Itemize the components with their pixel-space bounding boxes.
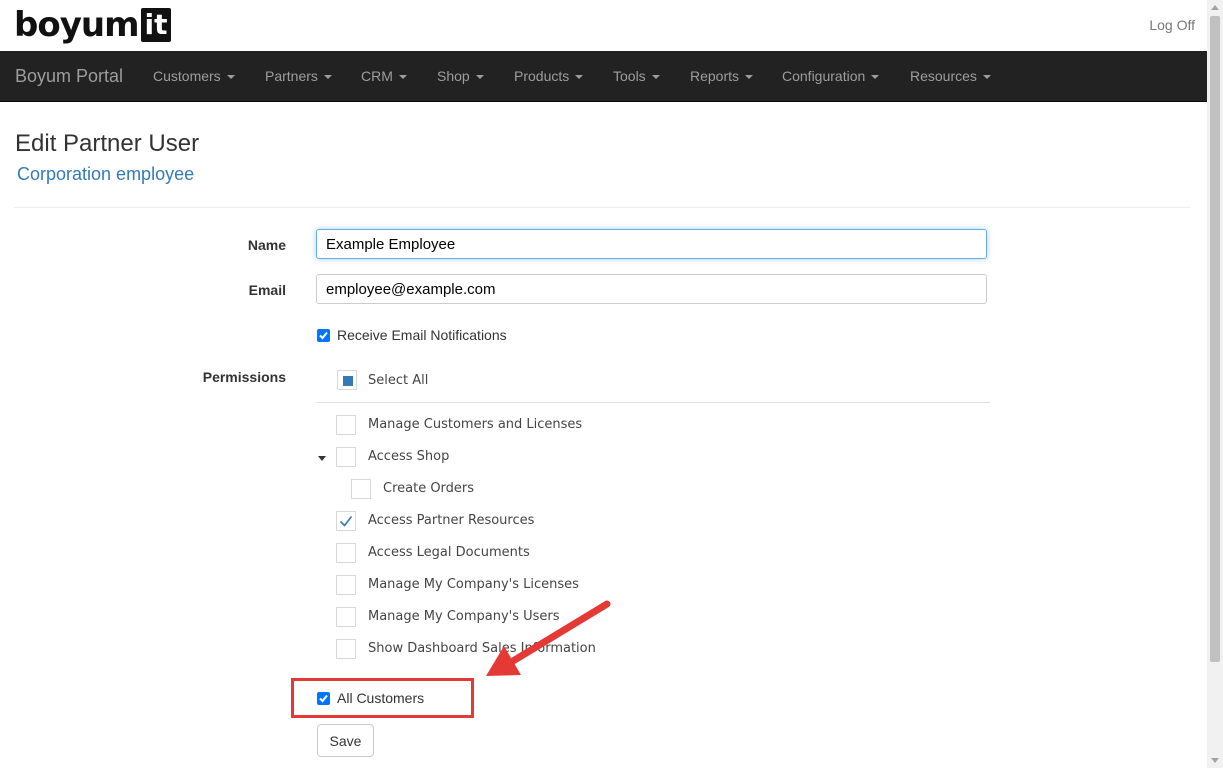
nav-item-shop[interactable]: Shop	[437, 51, 484, 101]
nav-item-label: Configuration	[782, 68, 866, 84]
nav-item-partners[interactable]: Partners	[265, 51, 332, 101]
nav-item-crm[interactable]: CRM	[361, 51, 407, 101]
nav-item-label: CRM	[361, 68, 393, 84]
permission-checkbox-dashboard-sales[interactable]	[336, 639, 356, 659]
scroll-down-icon[interactable]	[1211, 758, 1219, 763]
indeterminate-icon	[343, 376, 353, 386]
nav-item-products[interactable]: Products	[514, 51, 584, 101]
permission-label[interactable]: Show Dashboard Sales Information	[368, 641, 596, 656]
nav-item-label: Shop	[437, 68, 470, 84]
nav-item-tools[interactable]: Tools	[613, 51, 660, 101]
nav-item-configuration[interactable]: Configuration	[782, 51, 880, 101]
divider	[14, 207, 1191, 208]
permissions-label: Permissions	[202, 369, 286, 385]
nav-item-label: Tools	[613, 68, 646, 84]
permission-label[interactable]: Create Orders	[383, 481, 474, 496]
nav-item-label: Resources	[910, 68, 977, 84]
caret-down-icon	[651, 75, 660, 80]
name-label: Name	[247, 237, 286, 253]
caret-down-icon	[323, 75, 332, 80]
expand-triangle-icon[interactable]	[318, 456, 326, 461]
permission-label[interactable]: Access Shop	[368, 449, 449, 464]
vertical-scrollbar[interactable]	[1207, 0, 1223, 768]
check-icon	[319, 331, 328, 340]
scroll-thumb[interactable]	[1210, 16, 1220, 662]
main-navbar: Boyum Portal Customers Partners CRM Shop…	[0, 51, 1207, 102]
notifications-label[interactable]: Receive Email Notifications	[337, 327, 507, 343]
caret-down-icon	[475, 75, 484, 80]
navbar-brand[interactable]: Boyum Portal	[15, 51, 123, 101]
permission-label[interactable]: Manage My Company's Licenses	[368, 577, 579, 592]
permission-checkbox-create-orders[interactable]	[351, 479, 371, 499]
permission-checkbox-manage-customers[interactable]	[336, 415, 356, 435]
permission-label[interactable]: Access Legal Documents	[368, 545, 530, 560]
notifications-checkbox[interactable]	[317, 329, 330, 342]
email-input[interactable]	[316, 274, 987, 304]
permission-checkbox-manage-licenses[interactable]	[336, 575, 356, 595]
page-title: Edit Partner User	[15, 130, 200, 157]
permission-checkbox-access-shop[interactable]	[336, 447, 356, 467]
save-button[interactable]: Save	[317, 724, 374, 757]
nav-item-label: Customers	[153, 68, 221, 84]
caret-down-icon	[871, 75, 880, 80]
nav-item-label: Products	[514, 68, 570, 84]
nav-item-reports[interactable]: Reports	[690, 51, 754, 101]
select-all-label[interactable]: Select All	[368, 373, 428, 388]
caret-down-icon	[745, 75, 754, 80]
logo-text: boyum	[14, 5, 139, 45]
boyum-it-logo[interactable]: boyum it	[14, 4, 172, 46]
permission-checkbox-access-partner-resources[interactable]	[336, 511, 356, 531]
permission-checkbox-manage-users[interactable]	[336, 607, 356, 627]
check-icon	[339, 516, 353, 527]
caret-down-icon	[398, 75, 407, 80]
permission-label[interactable]: Manage My Company's Users	[368, 609, 560, 624]
email-label: Email	[248, 282, 286, 298]
caret-down-icon	[575, 75, 584, 80]
scroll-up-icon[interactable]	[1211, 5, 1219, 10]
permission-label[interactable]: Manage Customers and Licenses	[368, 417, 582, 432]
nav-item-resources[interactable]: Resources	[910, 51, 991, 101]
log-off-link[interactable]: Log Off	[1149, 17, 1195, 33]
top-bar: boyum it Log Off	[0, 0, 1207, 51]
name-input[interactable]	[316, 229, 987, 259]
logo-box-text: it	[140, 8, 172, 42]
caret-down-icon	[226, 75, 235, 80]
nav-item-label: Partners	[265, 68, 318, 84]
permission-checkbox-access-legal-documents[interactable]	[336, 543, 356, 563]
page-subtitle: Corporation employee	[17, 164, 195, 184]
nav-item-label: Reports	[690, 68, 740, 84]
annotation-highlight-box	[291, 678, 474, 718]
caret-down-icon	[982, 75, 991, 80]
select-all-checkbox[interactable]	[337, 370, 357, 390]
permission-label[interactable]: Access Partner Resources	[368, 513, 534, 528]
nav-item-customers[interactable]: Customers	[153, 51, 235, 101]
permissions-separator	[317, 402, 990, 403]
